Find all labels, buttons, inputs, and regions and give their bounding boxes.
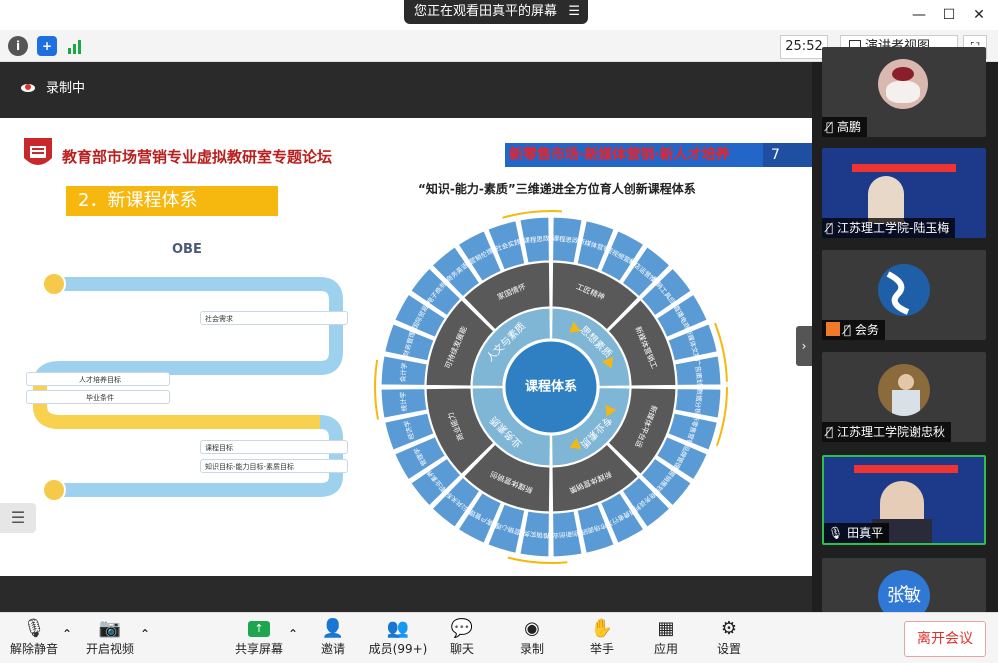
add-person-icon: 👤 bbox=[321, 618, 345, 639]
close-icon[interactable]: ✕ bbox=[968, 4, 990, 26]
meeting-control-bar: 🎙 解除静音 ⌃ 📷 开启视频 ⌃ ↑ 共享屏幕 ⌃ 👤 邀请 👥 成员(99+… bbox=[0, 612, 998, 663]
flow-item-social-needs: 社会需求 bbox=[200, 311, 348, 325]
members-icon: 👥 bbox=[386, 618, 410, 639]
members-button[interactable]: 👥 成员(99+) bbox=[366, 617, 430, 661]
participant-name-bar: 🎙̸ 高鹏 bbox=[822, 117, 868, 137]
tag-line: 新零售市场·新媒体营销·新人才培养 bbox=[505, 143, 763, 167]
university-logo-icon bbox=[22, 136, 54, 172]
apps-button[interactable]: ▦ 应用 bbox=[636, 617, 696, 661]
signal-icon[interactable] bbox=[66, 38, 86, 54]
forum-title: 教育部市场营销专业虚拟教研室专题论坛 bbox=[62, 148, 333, 166]
muted-mic-icon: 🎙 bbox=[22, 618, 46, 639]
chevron-up-icon[interactable]: ⌃ bbox=[62, 627, 72, 641]
video-person bbox=[868, 176, 904, 224]
gear-icon: ⚙ bbox=[720, 618, 738, 639]
participant-name-bar: 🎙̸ 江苏理工学院-陆玉梅 bbox=[822, 218, 956, 238]
course-wheel-diagram: 课程思政新媒体营销短视频营销网店运营推广营销工具应用直播电商新媒体文案广告策划数… bbox=[374, 210, 728, 564]
obe-label: OBE bbox=[172, 242, 202, 257]
settings-button[interactable]: ⚙ 设置 bbox=[699, 617, 759, 661]
record-button[interactable]: ◉ 录制 bbox=[502, 617, 562, 661]
video-off-icon: 📷 bbox=[98, 618, 122, 639]
muted-mic-icon: 🎙̸ bbox=[843, 323, 852, 337]
page-number: 7 bbox=[763, 143, 812, 167]
participant-name-bar: 🎙̸ 会务 bbox=[822, 320, 885, 340]
participant-name: 会务 bbox=[854, 323, 879, 337]
share-banner-text: 您正在观看田真平的屏幕 bbox=[414, 4, 558, 19]
raise-hand-button[interactable]: ✋ 举手 bbox=[572, 617, 632, 661]
unmute-button[interactable]: 🎙 解除静音 bbox=[4, 617, 64, 661]
flow-item-graduation: 毕业条件 bbox=[26, 390, 170, 404]
info-icon[interactable]: i bbox=[8, 36, 28, 56]
muted-mic-icon: 🎙̸ bbox=[826, 425, 834, 439]
slide-subtitle: “知识-能力-素质”三维递进全方位育人创新课程体系 bbox=[418, 182, 696, 196]
participant-tile[interactable]: 🎙̸ 高鹏 bbox=[822, 47, 986, 137]
participant-tile-active-speaker[interactable]: 🎙 田真平 bbox=[822, 455, 986, 545]
list-menu-icon[interactable]: ☰ bbox=[0, 503, 36, 533]
flow-item-talent-goal: 人才培养目标 bbox=[26, 372, 170, 386]
muted-mic-icon: 🎙̸ bbox=[826, 221, 834, 235]
wheel-center-label: 课程体系 bbox=[525, 379, 577, 395]
avatar bbox=[878, 264, 930, 316]
start-video-button[interactable]: 📷 开启视频 bbox=[80, 617, 140, 661]
chevron-up-icon[interactable]: ⌃ bbox=[288, 627, 298, 641]
meeting-timer: 25:52 bbox=[780, 35, 828, 59]
participant-name: 田真平 bbox=[847, 526, 884, 540]
security-shield-icon[interactable]: + bbox=[37, 36, 57, 56]
participant-name-bar: 🎙 田真平 bbox=[824, 523, 890, 543]
participant-tile[interactable]: 🎙̸ 会务 bbox=[822, 250, 986, 340]
participant-tile[interactable]: 🎙̸ 江苏理工学院谢忠秋 bbox=[822, 352, 986, 442]
menu-icon[interactable]: ☰ bbox=[568, 0, 580, 24]
presentation-slide: 教育部市场营销专业虚拟教研室专题论坛 新零售市场·新媒体营销·新人才培养 7 2… bbox=[0, 118, 812, 576]
flow-item-knowledge-goal: 知识目标-能力目标-素质目标 bbox=[200, 459, 348, 473]
video-feed bbox=[852, 164, 956, 172]
avatar bbox=[878, 364, 930, 416]
recording-cloud-icon bbox=[20, 78, 36, 94]
participant-name: 高鹏 bbox=[837, 120, 862, 134]
chevron-down-icon[interactable]: ⌄ bbox=[894, 574, 914, 594]
chat-button[interactable]: 💬 聊天 bbox=[432, 617, 492, 661]
leave-meeting-button[interactable]: 离开会议 bbox=[904, 621, 986, 657]
apps-grid-icon: ▦ bbox=[657, 618, 675, 639]
minimize-icon[interactable]: — bbox=[908, 4, 930, 26]
maximize-icon[interactable]: ☐ bbox=[938, 4, 960, 26]
participant-name: 江苏理工学院谢忠秋 bbox=[837, 425, 946, 439]
hand-icon: ✋ bbox=[590, 618, 614, 639]
chat-icon: 💬 bbox=[450, 618, 474, 639]
mic-icon: 🎙 bbox=[828, 526, 844, 540]
muted-mic-icon: 🎙̸ bbox=[826, 120, 834, 134]
host-badge-icon bbox=[826, 322, 840, 336]
share-screen-icon: ↑ bbox=[229, 617, 289, 641]
avatar bbox=[878, 59, 928, 109]
participant-name-bar: 🎙̸ 江苏理工学院谢忠秋 bbox=[822, 422, 952, 442]
chevron-up-icon[interactable]: ⌃ bbox=[140, 627, 150, 641]
flow-item-course-goal: 课程目标 bbox=[200, 440, 348, 454]
share-screen-button[interactable]: ↑ 共享屏幕 bbox=[229, 617, 289, 661]
recording-label: 录制中 bbox=[46, 81, 86, 96]
participant-name: 江苏理工学院-陆玉梅 bbox=[837, 221, 950, 235]
share-banner[interactable]: 您正在观看田真平的屏幕 ☰ bbox=[404, 0, 588, 24]
video-feed bbox=[854, 465, 958, 473]
invite-button[interactable]: 👤 邀请 bbox=[303, 617, 363, 661]
participant-tile[interactable]: 张敏 ⌄ bbox=[822, 558, 986, 612]
window-title-bar: 您正在观看田真平的屏幕 ☰ — ☐ ✕ bbox=[0, 0, 998, 30]
record-icon: ◉ bbox=[524, 618, 540, 639]
participant-tile[interactable]: 🎙̸ 江苏理工学院-陆玉梅 bbox=[822, 148, 986, 238]
panel-collapse-toggle[interactable]: › bbox=[796, 326, 812, 366]
section-title: 2．新课程体系 bbox=[66, 186, 278, 216]
